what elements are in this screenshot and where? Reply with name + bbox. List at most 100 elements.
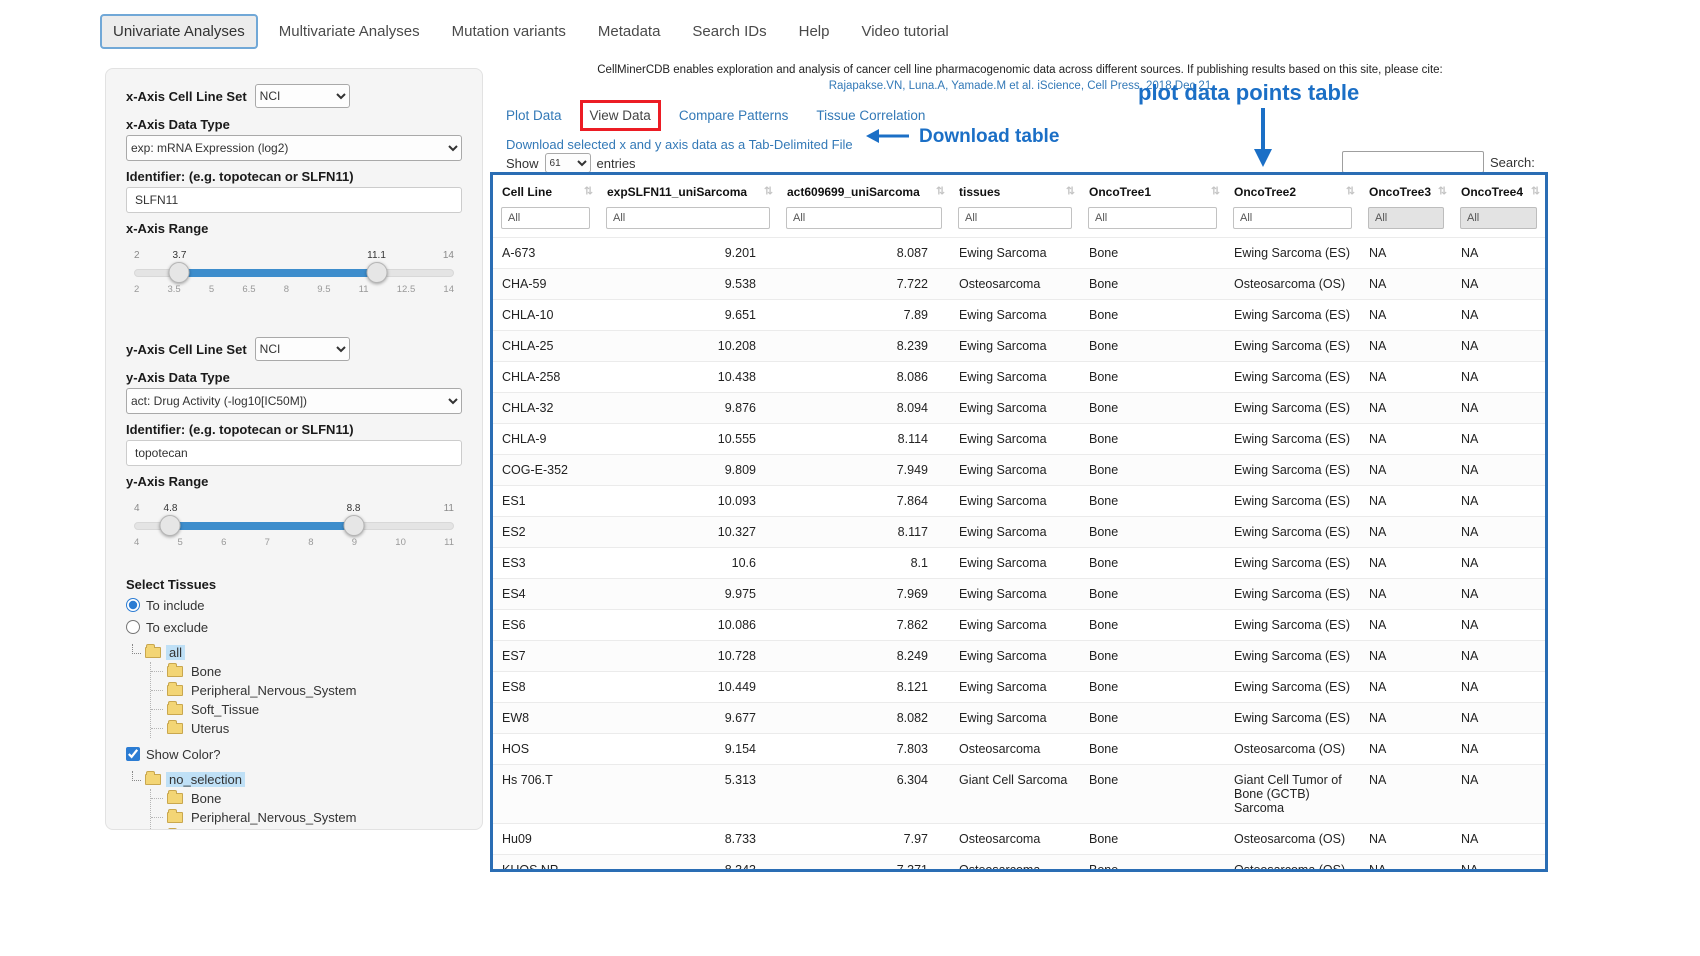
x-data-type-select[interactable]: exp: mRNA Expression (log2): [126, 135, 462, 161]
y-range-slider[interactable]: 4 11 4.8 8.8 4 5 6 7 8 9 10 11: [134, 503, 454, 555]
nav-tab-help[interactable]: Help: [788, 16, 841, 47]
show-color-row[interactable]: Show Color?: [126, 744, 462, 764]
filter-input-act[interactable]: [786, 207, 942, 229]
nav-tab-mutation-variants[interactable]: Mutation variants: [441, 16, 577, 47]
x-range-handle-high[interactable]: [366, 262, 387, 283]
sort-icon[interactable]: ⇅: [764, 184, 773, 197]
nav-tab-search-ids[interactable]: Search IDs: [681, 16, 777, 47]
tree-node-label-all[interactable]: all: [166, 645, 185, 660]
folder-icon[interactable]: [145, 647, 161, 658]
table-cell: Ewing Sarcoma (ES): [1225, 424, 1360, 455]
show-color-checkbox[interactable]: [126, 747, 140, 761]
column-header-cell-line[interactable]: Cell Line⇅: [493, 175, 598, 206]
filter-input-oncotree1[interactable]: [1088, 207, 1217, 229]
tree-node[interactable]: Soft_Tissue: [151, 827, 462, 830]
radio-to-include-row[interactable]: To include: [126, 595, 462, 615]
tree-node-label[interactable]: Soft_Tissue: [188, 702, 262, 717]
filter-input-oncotree2[interactable]: [1233, 207, 1352, 229]
tree-node-root[interactable]: no_selection: [130, 770, 462, 789]
folder-icon[interactable]: [167, 793, 183, 804]
table-cell: Bone: [1080, 300, 1225, 331]
x-cell-line-set-select[interactable]: NCI: [255, 84, 350, 108]
x-range-slider[interactable]: 2 14 3.7 11.1 2 3.5 5 6.5 8 9.5 11 12.5 …: [134, 250, 454, 302]
sort-icon[interactable]: ⇅: [1438, 184, 1447, 197]
tree-node-label[interactable]: Peripheral_Nervous_System: [188, 683, 359, 698]
filter-input-oncotree4[interactable]: [1460, 207, 1537, 229]
filter-input-cell-line[interactable]: [501, 207, 590, 229]
sort-icon[interactable]: ⇅: [584, 184, 593, 197]
search-input[interactable]: [1342, 151, 1484, 173]
folder-icon[interactable]: [167, 666, 183, 677]
folder-icon[interactable]: [167, 723, 183, 734]
radio-to-exclude-row[interactable]: To exclude: [126, 617, 462, 637]
nav-tab-video-tutorial[interactable]: Video tutorial: [850, 16, 959, 47]
tree-node[interactable]: Soft_Tissue: [151, 700, 462, 719]
show-color-label[interactable]: Show Color?: [146, 747, 220, 762]
tree-node-label[interactable]: Soft_Tissue: [188, 829, 262, 830]
column-header-tissues[interactable]: tissues⇅: [950, 175, 1080, 206]
sort-icon[interactable]: ⇅: [1066, 184, 1075, 197]
filter-input-exp[interactable]: [606, 207, 770, 229]
nav-tab-metadata[interactable]: Metadata: [587, 16, 672, 47]
sort-icon[interactable]: ⇅: [1531, 184, 1540, 197]
column-header-oncotree4[interactable]: OncoTree4⇅: [1452, 175, 1545, 206]
subtab-tissue-correlation[interactable]: Tissue Correlation: [816, 108, 925, 123]
tree-node[interactable]: Uterus: [151, 719, 462, 738]
filter-cell: [598, 206, 778, 238]
column-header-oncotree2[interactable]: OncoTree2⇅: [1225, 175, 1360, 206]
column-header-exp[interactable]: expSLFN11_uniSarcoma⇅: [598, 175, 778, 206]
folder-icon[interactable]: [167, 704, 183, 715]
tree-node-label[interactable]: Bone: [188, 791, 224, 806]
radio-to-include[interactable]: [126, 598, 140, 612]
tick-label: 6.5: [242, 284, 255, 295]
tissue-include-tree: all Bone Peripheral_Nervous_System Soft_…: [130, 643, 462, 738]
radio-to-exclude[interactable]: [126, 620, 140, 634]
radio-to-exclude-label[interactable]: To exclude: [146, 620, 208, 635]
column-header-oncotree1[interactable]: OncoTree1⇅: [1080, 175, 1225, 206]
filter-input-oncotree3[interactable]: [1368, 207, 1444, 229]
citation-line2[interactable]: Rajapakse.VN, Luna.A, Yamade.M et al. iS…: [490, 80, 1550, 92]
filter-input-tissues[interactable]: [958, 207, 1072, 229]
table-cell: NA: [1360, 548, 1452, 579]
tree-node[interactable]: Peripheral_Nervous_System: [151, 808, 462, 827]
down-arrow-icon: [1252, 107, 1274, 172]
column-header-oncotree3[interactable]: OncoTree3⇅: [1360, 175, 1452, 206]
folder-icon[interactable]: [167, 812, 183, 823]
table-row: ES310.68.1Ewing SarcomaBoneEwing Sarcoma…: [493, 548, 1545, 579]
tree-node-label-no-selection[interactable]: no_selection: [166, 772, 245, 787]
y-data-type-select[interactable]: act: Drug Activity (-log10[IC50M]): [126, 388, 462, 414]
radio-to-include-label[interactable]: To include: [146, 598, 205, 613]
tree-node-label[interactable]: Uterus: [188, 721, 232, 736]
x-range-handle-low[interactable]: [169, 262, 190, 283]
y-identifier-input[interactable]: [126, 440, 462, 466]
nav-tab-multivariate-analyses[interactable]: Multivariate Analyses: [268, 16, 431, 47]
subtab-compare-patterns[interactable]: Compare Patterns: [679, 108, 789, 123]
tree-node[interactable]: Bone: [151, 789, 462, 808]
entries-select[interactable]: 61: [545, 153, 591, 173]
y-range-handle-low[interactable]: [160, 515, 181, 536]
tree-node[interactable]: Peripheral_Nervous_System: [151, 681, 462, 700]
y-cell-line-set-select[interactable]: NCI: [255, 337, 350, 361]
filter-cell: [1360, 206, 1452, 238]
folder-icon[interactable]: [167, 685, 183, 696]
subtab-view-data[interactable]: View Data: [590, 108, 651, 123]
tree-node-label[interactable]: Bone: [188, 664, 224, 679]
tree-node[interactable]: Bone: [151, 662, 462, 681]
folder-icon[interactable]: [145, 774, 161, 785]
table-cell: Osteosarcoma: [950, 824, 1080, 855]
table-cell: CHA-59: [493, 269, 598, 300]
tree-node-label[interactable]: Peripheral_Nervous_System: [188, 810, 359, 825]
table-cell: NA: [1360, 672, 1452, 703]
tree-node-root[interactable]: all: [130, 643, 462, 662]
table-cell: Bone: [1080, 269, 1225, 300]
download-tab-delimited-link[interactable]: Download selected x and y axis data as a…: [506, 137, 853, 152]
sort-icon[interactable]: ⇅: [1211, 184, 1220, 197]
sort-icon[interactable]: ⇅: [936, 184, 945, 197]
nav-tab-univariate-analyses[interactable]: Univariate Analyses: [100, 14, 258, 49]
table-cell: 10.086: [598, 610, 778, 641]
x-identifier-input[interactable]: [126, 187, 462, 213]
subtab-plot-data[interactable]: Plot Data: [506, 108, 562, 123]
y-range-handle-high[interactable]: [343, 515, 364, 536]
column-header-act[interactable]: act609699_uniSarcoma⇅: [778, 175, 950, 206]
sort-icon[interactable]: ⇅: [1346, 184, 1355, 197]
